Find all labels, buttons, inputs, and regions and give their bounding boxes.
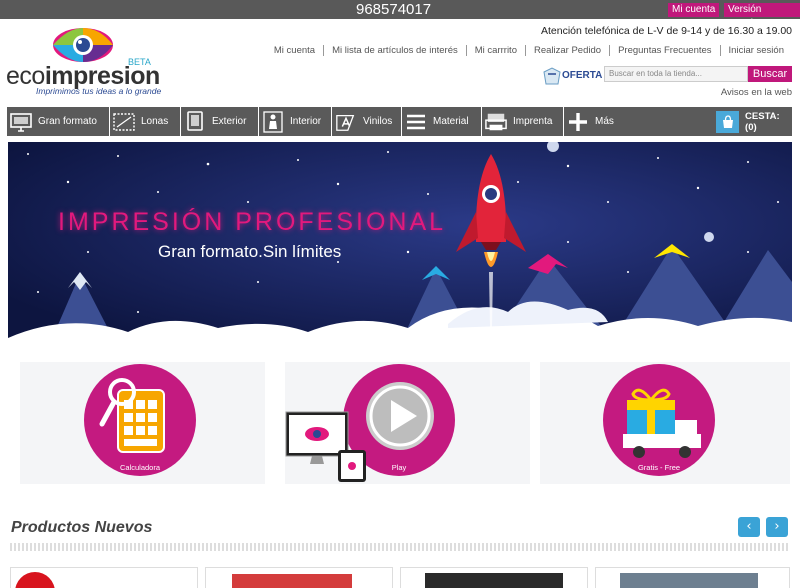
printer-icon — [485, 110, 507, 134]
nav-item-lonas[interactable]: Lonas — [110, 107, 181, 136]
link-wishlist[interactable]: Mi lista de artículos de interés — [323, 45, 466, 56]
site-logo[interactable]: ecoimpresion BETA Imprimimos tus ideas a… — [6, 26, 166, 98]
nav-label: Material — [433, 116, 469, 127]
section-divider — [10, 543, 790, 551]
hero-illustration — [8, 142, 792, 348]
nav-label: Imprenta — [513, 116, 553, 127]
feature-row: Calculadora Play Gratis - Free — [0, 352, 800, 492]
search-input[interactable]: Buscar en toda la tienda... — [604, 66, 748, 82]
oferta-label: OFERTA — [562, 70, 603, 81]
plus-icon — [567, 110, 589, 134]
product-card[interactable] — [595, 567, 790, 588]
top-bar: 968574017 Mi cuenta Versión anterior — [0, 0, 800, 29]
beta-badge: BETA — [128, 57, 151, 67]
nav-item-material[interactable]: Material — [402, 107, 482, 136]
nav-label: Más — [595, 116, 614, 127]
banner-icon — [113, 110, 135, 134]
notices-link[interactable]: Avisos en la web — [721, 87, 792, 98]
offer-tag-icon — [543, 67, 561, 85]
hero-banner[interactable]: IMPRESIÓN PROFESIONAL Gran formato.Sin l… — [8, 142, 792, 348]
gift-truck-icon — [623, 388, 701, 458]
feature-label: Calculadora — [119, 463, 161, 472]
nav-label: Lonas — [141, 116, 169, 127]
vinyl-icon — [335, 110, 357, 134]
calculator-icon — [99, 378, 165, 453]
main-nav: Gran formato Lonas Exterior Interior Vin… — [7, 107, 792, 136]
nav-label: Interior — [290, 116, 322, 127]
shopping-bag-icon — [716, 111, 740, 133]
account-links: Mi cuenta Mi lista de artículos de inter… — [266, 45, 792, 56]
previous-version-button[interactable]: Versión anterior — [724, 3, 800, 29]
product-card[interactable] — [400, 567, 588, 588]
person-icon — [262, 110, 284, 134]
nav-label: Vinilos — [363, 116, 393, 127]
eye-logo-icon — [53, 28, 113, 62]
product-card[interactable] — [205, 567, 393, 588]
oferta-link[interactable]: OFERTA — [540, 66, 603, 88]
phone-number: 968574017 — [356, 1, 432, 18]
free-shipping-feature[interactable]: Gratis - Free — [603, 364, 715, 476]
logo-tagline: Imprimimos tus ideas a lo grande — [36, 86, 162, 96]
cart-button[interactable]: CESTA: (0) — [716, 110, 792, 134]
search-button[interactable]: Buscar — [748, 66, 792, 82]
new-badge-icon — [15, 572, 55, 588]
product-card[interactable] — [10, 567, 198, 588]
hero-title: IMPRESIÓN PROFESIONAL — [58, 208, 447, 236]
link-my-cart[interactable]: Mi carrrito — [465, 45, 525, 56]
product-image — [232, 574, 352, 588]
monitor-icon — [10, 110, 32, 134]
feature-label: Gratis - Free — [637, 463, 681, 472]
nav-item-mas[interactable]: Más — [564, 107, 626, 136]
product-image — [425, 573, 563, 588]
link-checkout[interactable]: Realizar Pedido — [524, 45, 609, 56]
link-faq[interactable]: Preguntas Frecuentes — [609, 45, 719, 56]
calculator-feature[interactable]: Calculadora — [84, 364, 196, 476]
product-image — [620, 573, 758, 588]
section-title: Productos Nuevos — [11, 519, 153, 536]
link-login[interactable]: Iniciar sesión — [719, 45, 792, 56]
carousel-prev-button[interactable]: ‹ — [738, 517, 760, 537]
carousel-next-button[interactable]: › — [766, 517, 788, 537]
hero-subtitle: Gran formato.Sin límites — [158, 242, 342, 261]
my-account-button[interactable]: Mi cuenta — [668, 3, 720, 17]
devices-icon — [285, 411, 366, 482]
panel-icon — [184, 110, 206, 134]
nav-item-exterior[interactable]: Exterior — [181, 107, 259, 136]
list-icon — [405, 110, 427, 134]
cart-label: CESTA: (0) — [745, 111, 780, 133]
nav-item-gran-formato[interactable]: Gran formato — [7, 107, 110, 136]
nav-label: Exterior — [212, 116, 247, 127]
phone-hours: Atención telefónica de L-V de 9-14 y de … — [540, 25, 792, 37]
nav-item-interior[interactable]: Interior — [259, 107, 332, 136]
nav-item-vinilos[interactable]: Vinilos — [332, 107, 402, 136]
link-my-account[interactable]: Mi cuenta — [266, 45, 323, 56]
nav-label: Gran formato — [38, 116, 97, 127]
nav-item-imprenta[interactable]: Imprenta — [482, 107, 564, 136]
